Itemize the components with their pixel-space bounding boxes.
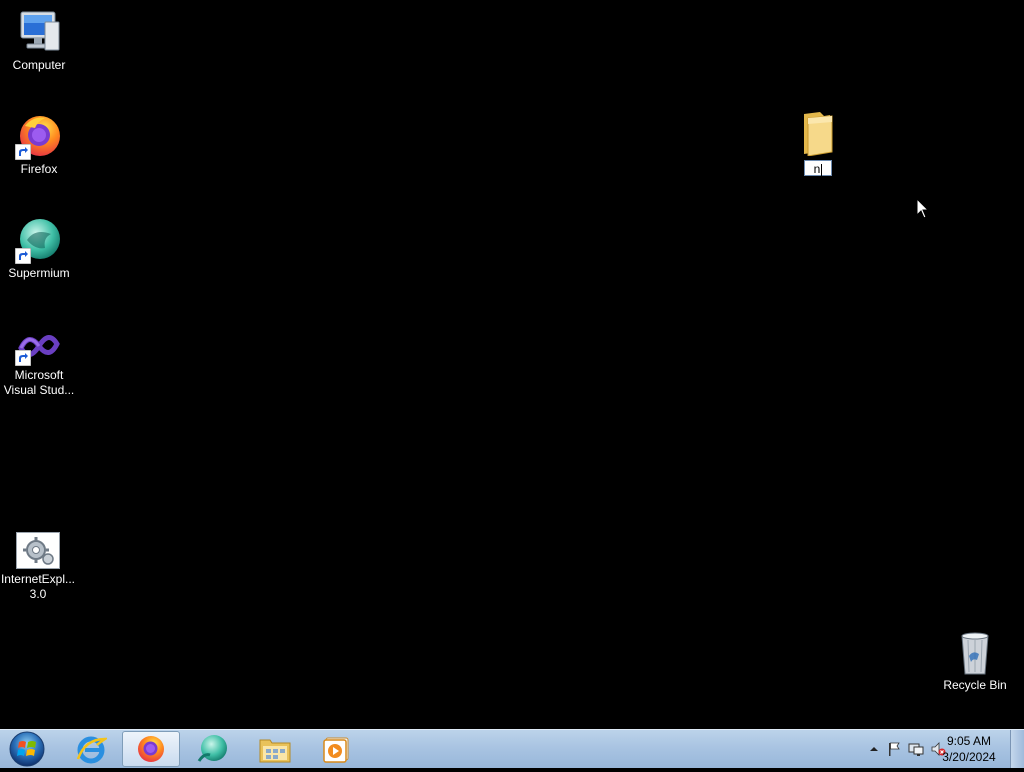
shortcut-arrow-icon xyxy=(15,350,31,366)
firefox-icon xyxy=(138,736,164,762)
new-folder[interactable]: n xyxy=(780,108,856,178)
clock-time: 9:05 AM xyxy=(946,734,992,748)
taskbar-media-player[interactable] xyxy=(308,731,366,767)
system-tray: 9:05 AM 3/20/2024 xyxy=(834,730,1024,768)
shortcut-arrow-icon xyxy=(15,248,31,264)
desktop-icon-label: Recycle Bin xyxy=(943,678,1007,692)
taskbar-firefox[interactable] xyxy=(122,731,180,767)
internet-explorer-icon xyxy=(76,736,107,764)
recycle-bin-icon xyxy=(951,630,999,676)
desktop-icon-label: InternetExpl... 3.0 xyxy=(0,572,76,601)
desktop-icon-recycle-bin[interactable]: Recycle Bin xyxy=(937,630,1013,693)
supermium-icon xyxy=(15,216,63,264)
action-center-flag-icon[interactable] xyxy=(886,741,902,757)
start-button[interactable] xyxy=(5,731,49,767)
mouse-cursor-icon xyxy=(916,198,930,219)
taskbar-file-explorer[interactable] xyxy=(246,731,304,767)
taskbar: 9:05 AM 3/20/2024 xyxy=(0,729,1024,768)
visual-studio-icon xyxy=(15,328,63,366)
clock[interactable]: 9:05 AM 3/20/2024 xyxy=(936,733,1002,765)
file-explorer-icon xyxy=(259,739,291,763)
taskbar-supermium[interactable] xyxy=(184,731,242,767)
desktop-icon-visual-studio[interactable]: Microsoft Visual Stud... xyxy=(1,328,77,398)
windows-start-orb-icon xyxy=(9,731,45,767)
desktop-icon-computer[interactable]: Computer xyxy=(1,8,77,73)
folder-icon xyxy=(800,108,836,157)
desktop-icon-label: Microsoft Visual Stud... xyxy=(3,368,75,397)
desktop-icon-supermium[interactable]: Supermium xyxy=(1,216,77,281)
text-caret xyxy=(821,163,823,176)
computer-icon xyxy=(15,8,63,56)
desktop-icon-label: Firefox xyxy=(20,162,58,176)
desktop-icon-firefox[interactable]: Firefox xyxy=(1,112,77,177)
desktop[interactable]: Computer Firefox Supermium Microsoft Vis… xyxy=(0,0,1024,729)
media-player-icon xyxy=(323,737,349,763)
desktop-icon-label: Supermium xyxy=(8,266,70,280)
taskbar-internet-explorer[interactable] xyxy=(62,731,120,767)
desktop-icon-label: Computer xyxy=(12,58,66,72)
firefox-icon xyxy=(15,112,63,160)
internet-explorer-setup-icon xyxy=(16,532,60,570)
rename-text: n xyxy=(813,162,821,176)
clock-date: 3/20/2024 xyxy=(942,750,996,764)
show-desktop-button[interactable] xyxy=(1010,730,1024,768)
folder-rename-input[interactable]: n xyxy=(804,160,832,176)
desktop-icon-internet-explorer-setup[interactable]: InternetExpl... 3.0 xyxy=(0,532,76,602)
show-hidden-icons-arrow[interactable] xyxy=(866,741,882,757)
shortcut-arrow-icon xyxy=(15,144,31,160)
network-icon[interactable] xyxy=(908,741,924,757)
supermium-icon xyxy=(197,735,227,762)
